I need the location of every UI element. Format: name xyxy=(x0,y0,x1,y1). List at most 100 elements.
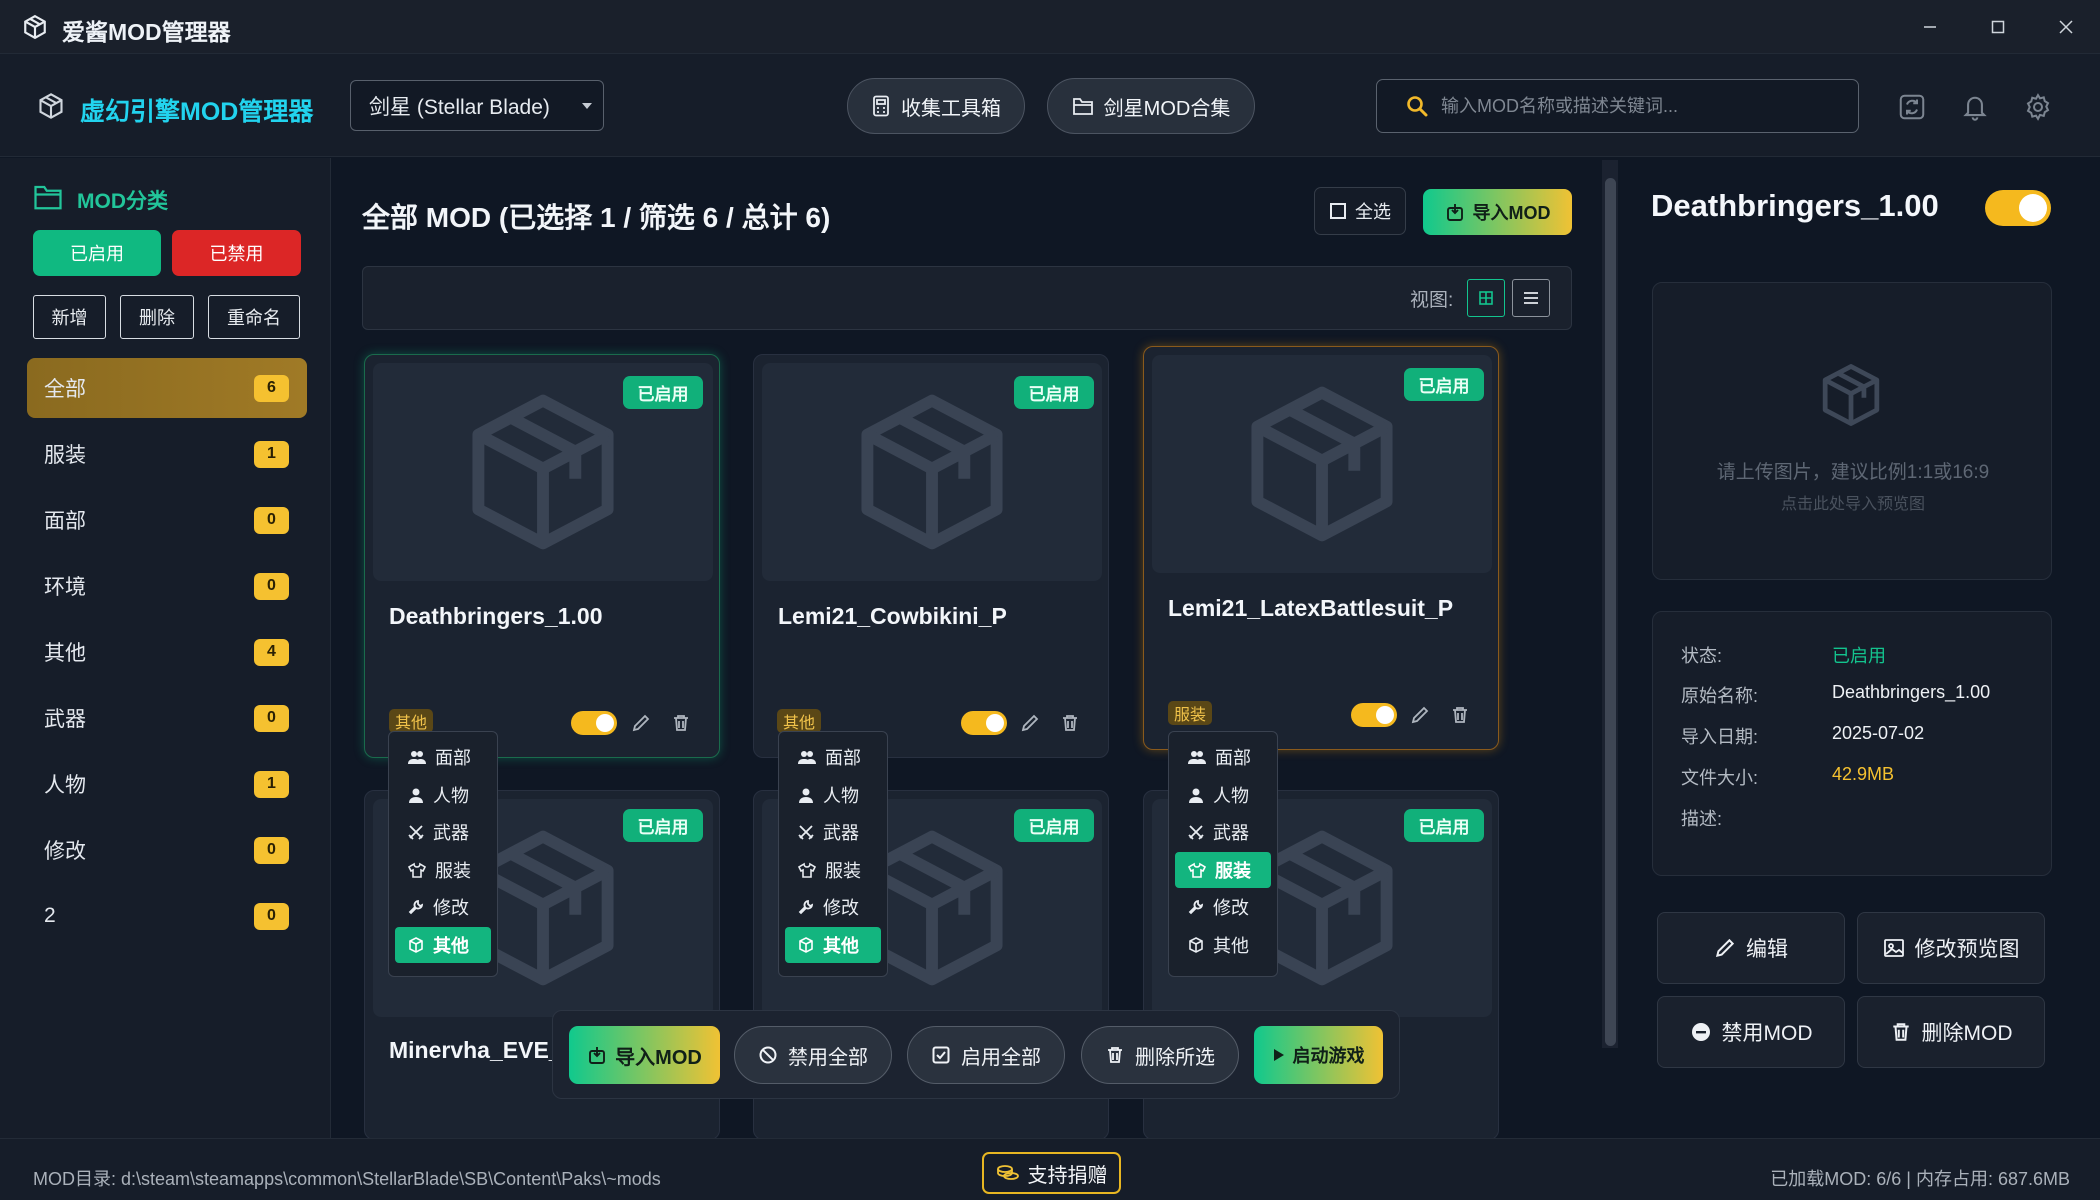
folder-icon xyxy=(1072,96,1094,116)
category-tag[interactable]: 服装 xyxy=(1168,701,1213,725)
count-badge: 0 xyxy=(254,506,289,534)
toolbox-button[interactable]: 收集工具箱 xyxy=(847,78,1025,134)
sidebar-item-face[interactable]: 面部 0 xyxy=(27,490,307,550)
wrench-icon xyxy=(1188,899,1204,915)
view-toolbar xyxy=(362,266,1572,330)
trash-icon[interactable] xyxy=(669,711,693,735)
original-name-label: 原始名称: xyxy=(1681,686,1759,706)
menu-item-weapon[interactable]: 武器 xyxy=(785,814,881,850)
search-input[interactable] xyxy=(1441,95,1841,117)
sidebar-item-weapon[interactable]: 武器 0 xyxy=(27,688,307,748)
disable-all-button[interactable]: 禁用全部 xyxy=(734,1026,892,1084)
category-tag[interactable]: 其他 xyxy=(389,709,434,733)
import-mod-button[interactable]: 导入MOD xyxy=(1423,189,1572,235)
menu-item-label: 其他 xyxy=(433,935,469,956)
category-tag[interactable]: 其他 xyxy=(777,709,822,733)
menu-item-clothing[interactable]: 服装 xyxy=(1175,851,1271,888)
users-icon xyxy=(798,749,816,765)
edit-button[interactable]: 编辑 xyxy=(1657,912,1845,984)
menu-item-other[interactable]: 其他 xyxy=(1175,927,1271,963)
sidebar-item-all[interactable]: 全部 6 xyxy=(27,358,307,418)
ban-icon xyxy=(758,1045,778,1065)
menu-item-clothing[interactable]: 服装 xyxy=(785,852,881,888)
add-category-button[interactable]: 新增 xyxy=(33,295,106,339)
delete-mod-button[interactable]: 删除MOD xyxy=(1857,996,2045,1068)
count-badge: 4 xyxy=(254,638,289,666)
file-size-value: 42.9MB xyxy=(1832,764,1895,784)
menu-item-face[interactable]: 面部 xyxy=(1175,739,1271,775)
menu-item-face[interactable]: 面部 xyxy=(785,739,881,775)
coins-icon xyxy=(996,1164,1020,1182)
enable-all-button[interactable]: 启用全部 xyxy=(907,1026,1065,1084)
menu-item-weapon[interactable]: 武器 xyxy=(1175,814,1271,850)
filter-disabled-button[interactable]: 已禁用 xyxy=(172,230,301,276)
menu-item-face[interactable]: 面部 xyxy=(395,739,491,775)
menu-item-other[interactable]: 其他 xyxy=(395,926,491,963)
sidebar-item-environment[interactable]: 环境 0 xyxy=(27,556,307,616)
original-name-value: Deathbringers_1.00 xyxy=(1832,682,1991,702)
filter-enabled-button[interactable]: 已启用 xyxy=(33,230,161,276)
bell-icon[interactable] xyxy=(1956,88,1994,126)
menu-item-modify[interactable]: 修改 xyxy=(1175,889,1271,925)
sidebar-item-2[interactable]: 2 0 xyxy=(27,886,307,946)
menu-item-label: 修改 xyxy=(433,898,469,919)
mod-card[interactable]: 已启用 Lemi21_Cowbikini_P 其他 xyxy=(753,354,1109,758)
menu-item-other[interactable]: 其他 xyxy=(785,926,881,963)
toolbar-import-button[interactable]: 导入MOD xyxy=(569,1026,720,1084)
count-badge: 1 xyxy=(254,440,289,468)
donate-button[interactable]: 支持捐赠 xyxy=(982,1152,1121,1194)
minimize-button[interactable] xyxy=(1898,0,1962,54)
select-all-button[interactable]: 全选 xyxy=(1314,187,1406,235)
checkbox-checked-icon xyxy=(931,1045,951,1065)
import-icon xyxy=(587,1045,607,1065)
disable-mod-button[interactable]: 禁用MOD xyxy=(1657,996,1845,1068)
pencil-icon[interactable] xyxy=(1018,711,1042,735)
sidebar-item-character[interactable]: 人物 1 xyxy=(27,754,307,814)
delete-category-button[interactable]: 删除 xyxy=(120,295,194,339)
settings-gear-icon[interactable] xyxy=(2019,88,2057,126)
package-icon xyxy=(1237,379,1407,549)
menu-item-character[interactable]: 人物 xyxy=(785,777,881,813)
menu-item-modify[interactable]: 修改 xyxy=(785,889,881,925)
menu-item-modify[interactable]: 修改 xyxy=(395,889,491,925)
game-select[interactable]: 剑星 (Stellar Blade) xyxy=(350,80,604,131)
trash-icon[interactable] xyxy=(1448,703,1472,727)
menu-item-character[interactable]: 人物 xyxy=(395,777,491,813)
sidebar-item-other[interactable]: 其他 4 xyxy=(27,622,307,682)
refresh-icon[interactable] xyxy=(1893,88,1931,126)
pencil-icon[interactable] xyxy=(1408,703,1432,727)
mod-card[interactable]: 已启用 Lemi21_LatexBattlesuit_P 服装 xyxy=(1143,346,1499,750)
launch-game-button[interactable]: 启动游戏 xyxy=(1254,1026,1383,1084)
search-box[interactable] xyxy=(1376,79,1859,133)
mod-card[interactable]: 已启用 Deathbringers_1.00 其他 xyxy=(364,354,720,758)
close-button[interactable] xyxy=(2034,0,2098,54)
detail-enable-toggle[interactable] xyxy=(1985,190,2051,226)
enable-toggle[interactable] xyxy=(1351,703,1397,727)
enable-toggle[interactable] xyxy=(961,711,1007,735)
menu-item-clothing[interactable]: 服装 xyxy=(395,852,491,888)
menu-item-label: 面部 xyxy=(1215,748,1251,768)
rename-category-button[interactable]: 重命名 xyxy=(208,295,300,339)
view-label: 视图: xyxy=(1410,290,1454,311)
donate-label: 支持捐赠 xyxy=(1027,1164,1108,1187)
status-badge: 已启用 xyxy=(1014,376,1094,409)
preview-upload-area[interactable]: 请上传图片，建议比例1:1或16:9 点击此处导入预览图 xyxy=(1652,282,2052,580)
menu-item-weapon[interactable]: 武器 xyxy=(395,814,491,850)
caret-down-icon xyxy=(581,102,593,110)
delete-selected-button[interactable]: 删除所选 xyxy=(1081,1026,1239,1084)
grid-view-button[interactable] xyxy=(1467,279,1505,317)
sidebar-item-modify[interactable]: 修改 0 xyxy=(27,820,307,880)
maximize-button[interactable] xyxy=(1966,0,2030,54)
card-title: Lemi21_Cowbikini_P xyxy=(778,603,1007,629)
sidebar-item-clothing[interactable]: 服装 1 xyxy=(27,424,307,484)
menu-item-character[interactable]: 人物 xyxy=(1175,777,1271,813)
category-label: 2 xyxy=(44,904,56,927)
edit-preview-button[interactable]: 修改预览图 xyxy=(1857,912,2045,984)
list-view-button[interactable] xyxy=(1512,279,1550,317)
menu-item-label: 服装 xyxy=(435,860,471,881)
trash-icon[interactable] xyxy=(1058,711,1082,735)
pencil-icon[interactable] xyxy=(629,711,653,735)
enable-toggle[interactable] xyxy=(571,711,617,735)
scrollbar-thumb[interactable] xyxy=(1605,178,1616,1046)
mod-collection-button[interactable]: 剑星MOD合集 xyxy=(1047,78,1255,134)
